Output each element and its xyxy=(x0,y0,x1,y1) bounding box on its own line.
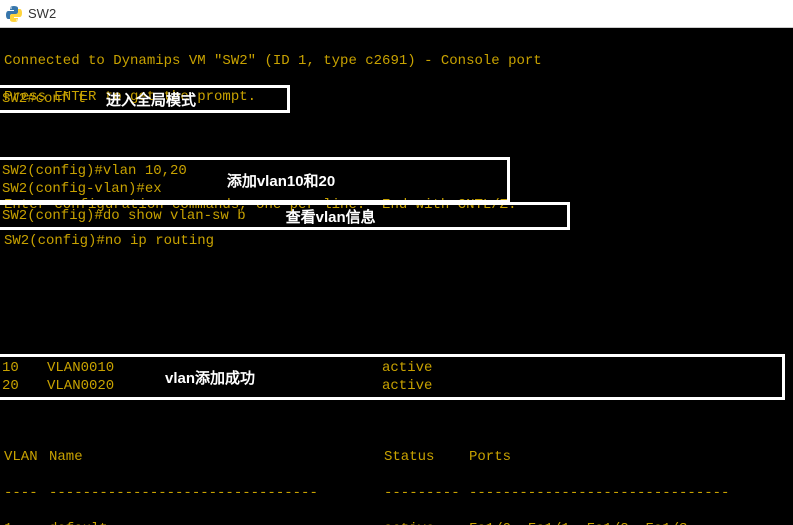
callout-cmd: SW2(config-vlan)#ex xyxy=(0,180,187,198)
col-status: Status xyxy=(384,448,469,466)
annotation-callout: SW2#conf t 进入全局模式 xyxy=(0,85,290,113)
annotation-callout: 10VLAN0010 20VLAN0020 vlan添加成功 active ac… xyxy=(0,354,785,400)
table-row: 1defaultactiveFa1/0, Fa1/1, Fa1/2, Fa1/3 xyxy=(4,520,789,525)
callout-label: vlan添加成功 xyxy=(165,367,255,388)
console-line xyxy=(4,412,789,430)
col-ports: Ports xyxy=(469,448,789,466)
col-vlan: VLAN xyxy=(4,448,49,466)
col-name: Name xyxy=(49,448,384,466)
vlan-name: VLAN0010 xyxy=(45,359,145,377)
callout-label: 进入全局模式 xyxy=(106,89,196,110)
vlan-ports: Fa1/0, Fa1/1, Fa1/2, Fa1/3 xyxy=(469,520,789,525)
vlan-status: active xyxy=(380,359,432,377)
window-title: SW2 xyxy=(28,6,56,21)
vlan-status: active xyxy=(380,377,432,395)
vlan-id: 1 xyxy=(4,520,49,525)
vlan-id: 10 xyxy=(0,359,45,377)
annotation-callout: SW2(config)#vlan 10,20 SW2(config-vlan)#… xyxy=(0,157,510,203)
vlan-name: VLAN0020 xyxy=(45,377,145,395)
dash: ------------------------------- xyxy=(469,484,789,502)
dash: --------- xyxy=(384,484,469,502)
callout-cmd: SW2#conf t xyxy=(0,91,86,107)
console-line xyxy=(4,124,789,142)
annotation-callout: SW2(config)#do show vlan-sw b 查看vlan信息 xyxy=(0,202,570,230)
vlan-name: default xyxy=(49,520,384,525)
callout-cmd: SW2(config)#do show vlan-sw b xyxy=(0,208,246,224)
dash: -------------------------------- xyxy=(49,484,384,502)
window-titlebar: SW2 xyxy=(0,0,793,28)
console-line: SW2(config)#no ip routing xyxy=(4,232,789,250)
callout-cmd: SW2(config)#vlan 10,20 xyxy=(0,162,187,180)
vlan-table-header: VLANNameStatusPorts xyxy=(4,448,789,466)
callout-label: 添加vlan10和20 xyxy=(227,170,335,191)
python-icon xyxy=(6,6,22,22)
vlan-id: 20 xyxy=(0,377,45,395)
console-line: Connected to Dynamips VM "SW2" (ID 1, ty… xyxy=(4,52,789,70)
vlan-table-divider: ----------------------------------------… xyxy=(4,484,789,502)
console-line xyxy=(4,304,789,322)
dash: ---- xyxy=(4,484,49,502)
vlan-status: active xyxy=(384,520,469,525)
console-line xyxy=(4,268,789,286)
callout-label: 查看vlan信息 xyxy=(286,206,376,227)
